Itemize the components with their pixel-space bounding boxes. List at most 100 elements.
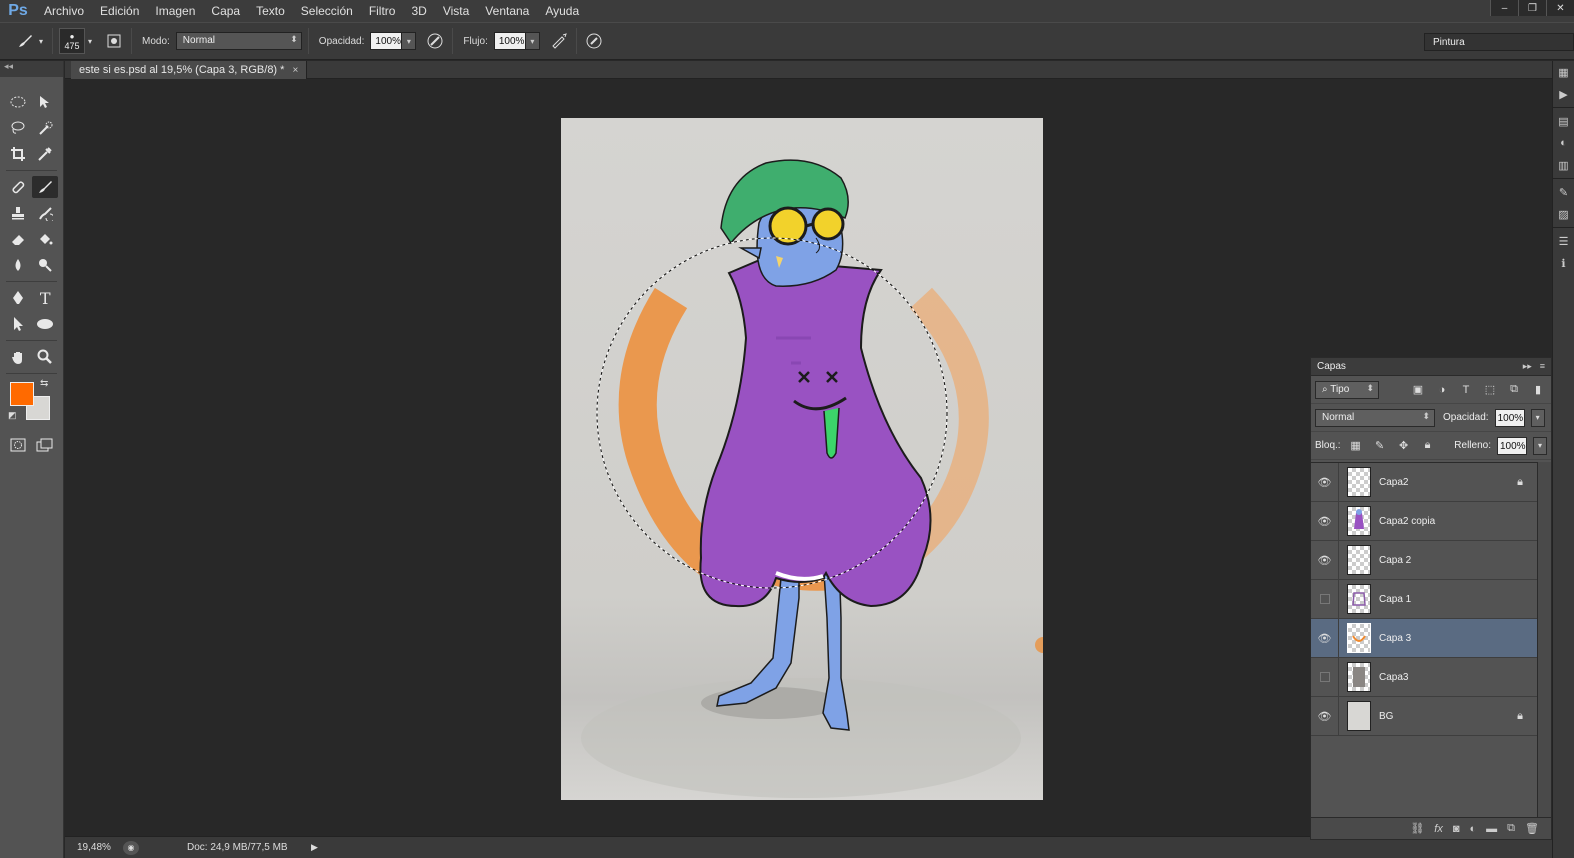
lock-position-icon[interactable]: ✥ bbox=[1395, 437, 1413, 455]
chevron-down-icon[interactable]: ▾ bbox=[36, 30, 46, 52]
filter-type-icon[interactable]: T bbox=[1457, 381, 1475, 399]
zoom-level[interactable]: 19,48% bbox=[65, 842, 113, 853]
layer-name[interactable]: Capa3 bbox=[1379, 672, 1408, 683]
brush-tool-preset-icon[interactable] bbox=[14, 30, 36, 52]
layer-row-selected[interactable]: 👁︎ Capa 3 bbox=[1311, 618, 1537, 658]
menu-ayuda[interactable]: Ayuda bbox=[537, 0, 587, 22]
minimize-button[interactable]: ‒ bbox=[1490, 0, 1518, 16]
add-mask-icon[interactable]: ◙ bbox=[1453, 823, 1460, 835]
document-canvas[interactable] bbox=[561, 118, 1051, 800]
document-tab[interactable]: este si es.psd al 19,5% (Capa 3, RGB/8) … bbox=[71, 61, 308, 79]
quick-selection-tool-icon[interactable] bbox=[32, 117, 58, 139]
adjustments-panel-icon[interactable]: ◐ bbox=[1553, 132, 1574, 154]
lasso-tool-icon[interactable] bbox=[5, 117, 31, 139]
filter-kind-select[interactable]: ⌕ Tipo bbox=[1315, 380, 1379, 399]
lock-pixels-icon[interactable]: ✎ bbox=[1371, 437, 1389, 455]
layer-name[interactable]: Capa 1 bbox=[1379, 594, 1411, 605]
mode-select[interactable]: Normal bbox=[175, 32, 302, 50]
eraser-tool-icon[interactable] bbox=[5, 228, 31, 250]
visibility-toggle-empty[interactable] bbox=[1311, 657, 1339, 697]
filter-smart-object-icon[interactable]: ⧉ bbox=[1505, 381, 1523, 399]
actions-panel-icon[interactable]: ▶ bbox=[1553, 83, 1574, 105]
layer-opacity-input[interactable]: 100% bbox=[1494, 408, 1525, 427]
type-tool-icon[interactable]: T bbox=[32, 287, 58, 309]
layer-row[interactable]: Capa 1 bbox=[1311, 579, 1537, 619]
dodge-tool-icon[interactable] bbox=[32, 254, 58, 276]
menu-filtro[interactable]: Filtro bbox=[361, 0, 404, 22]
status-info-icon[interactable]: ◉ bbox=[123, 840, 139, 855]
info-panel-icon[interactable]: ℹ bbox=[1553, 252, 1574, 274]
elliptical-marquee-tool-icon[interactable] bbox=[5, 91, 31, 113]
collapse-toolbar-icon[interactable]: ◂◂ bbox=[0, 61, 63, 77]
zoom-tool-icon[interactable] bbox=[32, 346, 58, 368]
delete-layer-icon[interactable]: 🗑︎ bbox=[1525, 822, 1539, 835]
new-layer-icon[interactable]: ⧉ bbox=[1507, 822, 1515, 835]
layer-opacity-slider-toggle[interactable]: ▾ bbox=[1530, 408, 1545, 427]
history-panel-icon[interactable]: ▦ bbox=[1553, 61, 1574, 83]
filter-adjustment-icon[interactable]: ◑ bbox=[1433, 381, 1451, 399]
foreground-color-swatch[interactable] bbox=[10, 382, 34, 406]
visibility-eye-icon[interactable]: 👁︎ bbox=[1311, 501, 1339, 541]
layer-row[interactable]: 👁︎ BG 🔒︎ bbox=[1311, 696, 1537, 736]
new-group-icon[interactable]: ▬ bbox=[1486, 823, 1497, 835]
paint-bucket-tool-icon[interactable] bbox=[32, 228, 58, 250]
layer-name[interactable]: Capa 3 bbox=[1379, 633, 1411, 644]
layer-name[interactable]: BG bbox=[1379, 711, 1393, 722]
airbrush-icon[interactable] bbox=[548, 30, 570, 52]
brush-size-picker[interactable]: ● 475 bbox=[59, 28, 85, 54]
blend-mode-select[interactable]: Normal bbox=[1315, 408, 1435, 427]
lock-all-icon[interactable]: 🔒︎ bbox=[1419, 437, 1437, 455]
link-layers-icon[interactable]: ⛓︎ bbox=[1410, 822, 1424, 835]
opacity-slider-toggle[interactable]: ▾ bbox=[402, 32, 417, 50]
menu-texto[interactable]: Texto bbox=[248, 0, 293, 22]
brush-panel-icon[interactable]: ✎ bbox=[1553, 181, 1574, 203]
hand-tool-icon[interactable] bbox=[5, 346, 31, 368]
layer-row[interactable]: Capa3 bbox=[1311, 657, 1537, 697]
menu-vista[interactable]: Vista bbox=[435, 0, 477, 22]
pen-tool-icon[interactable] bbox=[5, 287, 31, 309]
layer-row[interactable]: 👁︎ Capa 2 bbox=[1311, 540, 1537, 580]
workspace-select[interactable]: Pintura bbox=[1424, 33, 1574, 51]
visibility-eye-icon[interactable]: 👁︎ bbox=[1311, 696, 1339, 736]
status-menu-arrow-icon[interactable]: ▶ bbox=[311, 842, 318, 853]
filter-toggle-icon[interactable]: ▮ bbox=[1529, 381, 1547, 399]
swatches-panel-icon[interactable]: ▤ bbox=[1553, 110, 1574, 132]
visibility-toggle-empty[interactable] bbox=[1311, 579, 1339, 619]
restore-button[interactable]: ❐ bbox=[1518, 0, 1546, 16]
layer-row[interactable]: 👁︎ Capa2 copia bbox=[1311, 501, 1537, 541]
menu-archivo[interactable]: Archivo bbox=[36, 0, 92, 22]
panel-menu-icon[interactable]: ≡ bbox=[1540, 361, 1545, 372]
screen-mode-icon[interactable] bbox=[32, 434, 58, 456]
crop-tool-icon[interactable] bbox=[5, 143, 31, 165]
menu-edicion[interactable]: Edición bbox=[92, 0, 147, 22]
layers-scrollbar[interactable] bbox=[1537, 462, 1551, 817]
eyedropper-tool-icon[interactable] bbox=[32, 143, 58, 165]
ellipse-tool-icon[interactable] bbox=[32, 313, 58, 335]
filter-shape-icon[interactable]: ⬚ bbox=[1481, 381, 1499, 399]
default-colors-icon[interactable]: ◩ bbox=[8, 410, 17, 421]
pressure-size-icon[interactable] bbox=[583, 30, 605, 52]
swap-colors-icon[interactable]: ⇆ bbox=[40, 378, 48, 389]
quick-mask-icon[interactable] bbox=[5, 434, 31, 456]
path-selection-tool-icon[interactable] bbox=[5, 313, 31, 335]
layer-name[interactable]: Capa 2 bbox=[1379, 555, 1411, 566]
close-window-button[interactable]: ✕ bbox=[1546, 0, 1574, 16]
healing-brush-tool-icon[interactable] bbox=[5, 176, 31, 198]
menu-3d[interactable]: 3D bbox=[403, 0, 434, 22]
properties-panel-icon[interactable]: ☰ bbox=[1553, 230, 1574, 252]
blur-tool-icon[interactable] bbox=[5, 254, 31, 276]
fill-slider-toggle[interactable]: ▾ bbox=[1533, 436, 1547, 455]
flow-slider-toggle[interactable]: ▾ bbox=[525, 32, 540, 50]
flow-input[interactable]: 100% bbox=[493, 32, 526, 50]
filter-pixel-icon[interactable]: ▣ bbox=[1409, 381, 1427, 399]
layer-row[interactable]: 👁︎ Capa2 🔒︎ bbox=[1311, 462, 1537, 502]
fill-input[interactable]: 100% bbox=[1497, 436, 1527, 455]
menu-imagen[interactable]: Imagen bbox=[147, 0, 203, 22]
move-tool-icon[interactable] bbox=[32, 91, 58, 113]
visibility-eye-icon[interactable]: 👁︎ bbox=[1311, 618, 1339, 658]
clone-stamp-tool-icon[interactable] bbox=[5, 202, 31, 224]
visibility-eye-icon[interactable]: 👁︎ bbox=[1311, 540, 1339, 580]
layer-name[interactable]: Capa2 copia bbox=[1379, 516, 1435, 527]
layer-name[interactable]: Capa2 bbox=[1379, 477, 1408, 488]
layers-tab[interactable]: Capas bbox=[1317, 361, 1346, 372]
